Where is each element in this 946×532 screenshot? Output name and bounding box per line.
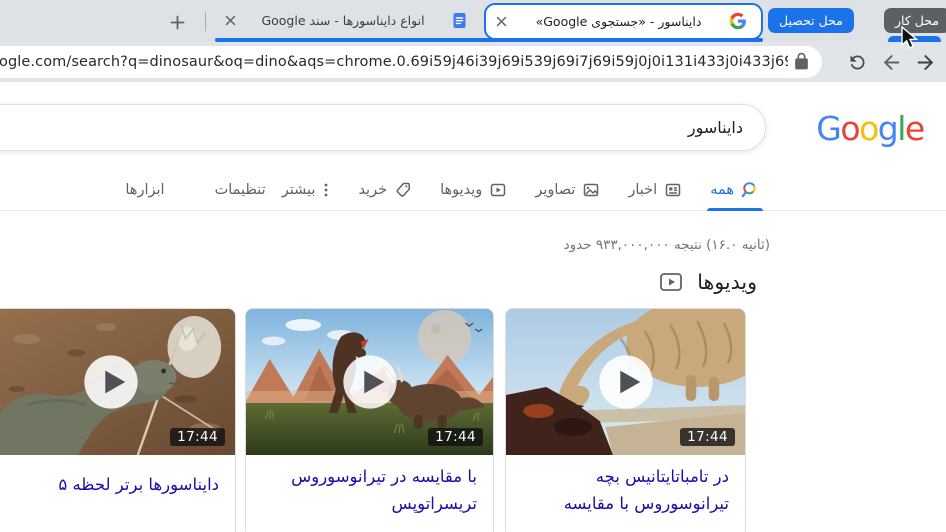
video-title-line: ‎۵ ‎لحظه ‎برتر ‎دایناسورها — [58, 475, 219, 494]
url-text: ogle.com/search?q=dinosaur&oq=dino&aqs=c… — [0, 54, 788, 70]
search-input[interactable]: دایناسور — [0, 104, 766, 151]
play-button[interactable] — [596, 353, 655, 412]
tab-all[interactable]: همه — [707, 168, 763, 211]
video-thumbnail[interactable]: 17:44 — [246, 309, 493, 455]
menu-label: ابزارها — [125, 181, 165, 198]
tab-label: ویدیوها — [440, 181, 483, 198]
new-tab-button[interactable] — [163, 8, 191, 36]
tab-more[interactable]: بیشتر — [282, 168, 331, 211]
more-icon — [325, 183, 328, 196]
video-title-line: ‎تریسراتوپس — [391, 493, 477, 513]
video-card[interactable]: 17:44 ‎۵ ‎لحظه ‎برتر ‎دایناسورها — [0, 308, 236, 532]
logo-letter: o — [840, 108, 860, 148]
video-title[interactable]: ‎بچه ‎تامباتایتانیس ‎در ‎مقایسه ‎با ‎تیر… — [506, 455, 745, 517]
tab-shopping[interactable]: خرید — [358, 168, 412, 211]
reload-button[interactable] — [843, 48, 871, 76]
video-title-line: ‎مقایسه ‎با ‎تیرانوسوروس — [563, 493, 729, 513]
tab-title: دایناسور - «جستجوی Google» — [535, 14, 702, 29]
images-icon — [584, 183, 599, 196]
tab-label: تصاویر — [535, 181, 576, 198]
video-icon — [491, 183, 506, 196]
play-button[interactable] — [82, 353, 141, 412]
video-duration: 17:44 — [170, 428, 225, 446]
address-bar[interactable]: ogle.com/search?q=dinosaur&oq=dino&aqs=c… — [0, 46, 822, 78]
videos-heading-text: ویدیوها — [697, 270, 757, 294]
result-stats: ‎حدود ‎۹۳۳,۰۰۰,۰۰۰ ‎نتیجه ‎(۱۶.۰ ‎ثانیه) — [563, 237, 770, 253]
google-g-icon — [729, 12, 746, 30]
logo-letter: g — [877, 108, 899, 148]
logo-letter: e — [904, 108, 925, 148]
tab-images[interactable]: تصاویر — [535, 168, 600, 211]
tab-videos[interactable]: ویدیوها — [440, 168, 507, 211]
video-title-line: ‎تیرانوسوروس ‎در ‎مقایسه ‎با — [291, 467, 477, 486]
videos-play-icon — [660, 273, 683, 291]
shopping-tag-icon — [396, 182, 411, 197]
lock-icon[interactable] — [792, 52, 811, 75]
tab-docs[interactable]: انواع دایناسورها - سند Google — [215, 0, 483, 41]
browser-window: انواع دایناسورها - سند Google دایناسور -… — [0, 0, 946, 532]
video-title-line: ‎بچه ‎تامباتایتانیس ‎در — [595, 467, 729, 486]
tab-label: بیشتر — [281, 181, 316, 198]
google-logo: G o o g l e — [816, 107, 925, 149]
tab-news[interactable]: اخبار — [628, 168, 682, 211]
close-icon[interactable] — [492, 12, 510, 30]
logo-letter: G — [816, 108, 842, 148]
tab-strip: انواع دایناسورها - سند Google دایناسور -… — [0, 0, 946, 46]
video-title[interactable]: ‎۵ ‎لحظه ‎برتر ‎دایناسورها — [0, 455, 235, 499]
video-duration: 17:44 — [680, 428, 735, 446]
tab-group-chip-study[interactable]: محل تحصیل — [768, 8, 854, 33]
play-button[interactable] — [340, 353, 399, 412]
menu-tools[interactable]: ابزارها — [125, 168, 164, 211]
logo-letter: l — [897, 108, 906, 148]
tab-separator — [205, 12, 206, 31]
logo-letter: o — [859, 108, 879, 148]
tab-label: اخبار — [628, 181, 658, 198]
video-title[interactable]: ‎تیرانوسوروس ‎در ‎مقایسه ‎با ‎تریسراتوپس — [246, 455, 493, 517]
google-docs-icon — [451, 12, 468, 29]
mouse-cursor — [898, 25, 920, 54]
menu-label: تنظیمات — [214, 181, 266, 198]
video-duration: 17:44 — [428, 428, 483, 446]
tab-label: همه — [710, 181, 734, 198]
search-query-text: دایناسور — [687, 118, 743, 137]
search-icon — [741, 182, 756, 198]
close-icon[interactable] — [221, 11, 239, 29]
video-thumbnail[interactable]: 17:44 — [506, 309, 745, 455]
news-icon — [665, 183, 681, 196]
videos-heading: ویدیوها — [658, 269, 757, 295]
tab-title: انواع دایناسورها - سند Google — [261, 13, 425, 28]
video-thumbnail[interactable]: 17:44 — [0, 309, 235, 455]
tab-search-active[interactable]: دایناسور - «جستجوی Google» — [484, 3, 763, 40]
search-nav-row: همه اخبار تصاویر ویدیوها خرید بیشتر تنظی… — [0, 168, 946, 211]
video-card[interactable]: 17:44 ‎تیرانوسوروس ‎در ‎مقایسه ‎با ‎تریس… — [245, 308, 494, 532]
search-nav-items: همه اخبار تصاویر ویدیوها خرید بیشتر تنظی… — [125, 168, 763, 211]
plus-icon — [170, 15, 184, 29]
menu-settings[interactable]: تنظیمات — [215, 168, 266, 211]
video-card[interactable]: 17:44 ‎بچه ‎تامباتایتانیس ‎در ‎مقایسه ‎ب… — [505, 308, 746, 532]
tab-label: خرید — [358, 181, 388, 198]
